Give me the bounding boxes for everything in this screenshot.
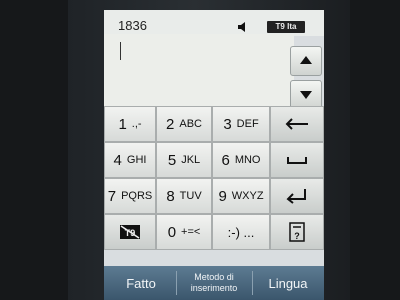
done-button[interactable]: Fatto xyxy=(108,266,174,300)
keypad: 1 .,- 2 ABC 3 DEF 4 GHI 5 JKL 6 MNO 7 PQ… xyxy=(104,106,324,270)
key-number: 5 xyxy=(167,151,177,169)
key-8[interactable]: 8 TUV xyxy=(156,178,212,214)
enter-icon xyxy=(286,189,306,204)
key-number: 3 xyxy=(223,115,232,133)
key-3[interactable]: 3 DEF xyxy=(212,106,270,142)
key-4[interactable]: 4 GHI xyxy=(104,142,156,178)
softkey-bar: Fatto Metodo di inserimento Lingua xyxy=(104,266,324,300)
emoticon-label: :-) ... xyxy=(227,224,255,240)
character-counter: 1836 xyxy=(118,18,147,33)
message-text-field[interactable] xyxy=(104,34,294,116)
help-button[interactable]: ? xyxy=(270,214,324,250)
softkey-divider xyxy=(176,271,177,295)
backspace-icon xyxy=(285,118,308,130)
language-button[interactable]: Lingua xyxy=(254,266,322,300)
key-1[interactable]: 1 .,- xyxy=(104,106,156,142)
status-bar: 1836 T9 Ita xyxy=(104,10,324,36)
key-letters: PQRS xyxy=(121,190,153,202)
space-icon xyxy=(287,157,307,164)
text-caret xyxy=(120,42,121,60)
key-letters: GHI xyxy=(126,154,147,166)
key-9[interactable]: 9 WXYZ xyxy=(212,178,270,214)
key-number: 2 xyxy=(166,115,175,133)
key-2[interactable]: 2 ABC xyxy=(156,106,212,142)
key-symbols: +=< xyxy=(181,226,201,238)
key-letters: DEF xyxy=(236,118,259,130)
key-number: 0 xyxy=(167,223,177,241)
help-icon: ? xyxy=(289,222,305,242)
emoticon-button[interactable]: :-) ... xyxy=(212,214,270,250)
input-method-button[interactable]: Metodo di inserimento xyxy=(178,266,250,300)
key-letters: ABC xyxy=(179,118,202,130)
key-number: 1 xyxy=(118,115,127,133)
key-0[interactable]: 0 +=< xyxy=(156,214,212,250)
speaker-icon xyxy=(238,22,245,32)
key-letters: .,- xyxy=(131,118,142,130)
key-letters: WXYZ xyxy=(231,190,264,202)
space-button[interactable] xyxy=(270,142,324,178)
key-number: 4 xyxy=(113,151,122,169)
phone-screen: 1836 T9 Ita 1 .,- 2 ABC 3 DEF 4 GHI 5 JK… xyxy=(104,10,324,300)
backspace-button[interactable] xyxy=(270,106,324,142)
enter-button[interactable] xyxy=(270,178,324,214)
key-letters: JKL xyxy=(181,154,201,166)
key-number: 7 xyxy=(107,187,117,205)
key-letters: MNO xyxy=(234,154,261,166)
chevron-down-icon xyxy=(300,91,312,99)
key-7[interactable]: 7 PQRS xyxy=(104,178,156,214)
key-5[interactable]: 5 JKL xyxy=(156,142,212,178)
scroll-up-button[interactable] xyxy=(290,46,322,76)
key-6[interactable]: 6 MNO xyxy=(212,142,270,178)
key-number: 6 xyxy=(221,151,230,169)
input-mode-badge: T9 Ita xyxy=(267,21,305,33)
key-number: 8 xyxy=(166,187,175,205)
svg-text:?: ? xyxy=(294,231,300,241)
t9-toggle-button[interactable]: T9 xyxy=(104,214,156,250)
chevron-up-icon xyxy=(300,56,312,64)
key-number: 9 xyxy=(218,187,227,205)
softkey-divider xyxy=(252,271,253,295)
t9-off-icon: T9 xyxy=(120,225,140,239)
key-letters: TUV xyxy=(179,190,202,202)
